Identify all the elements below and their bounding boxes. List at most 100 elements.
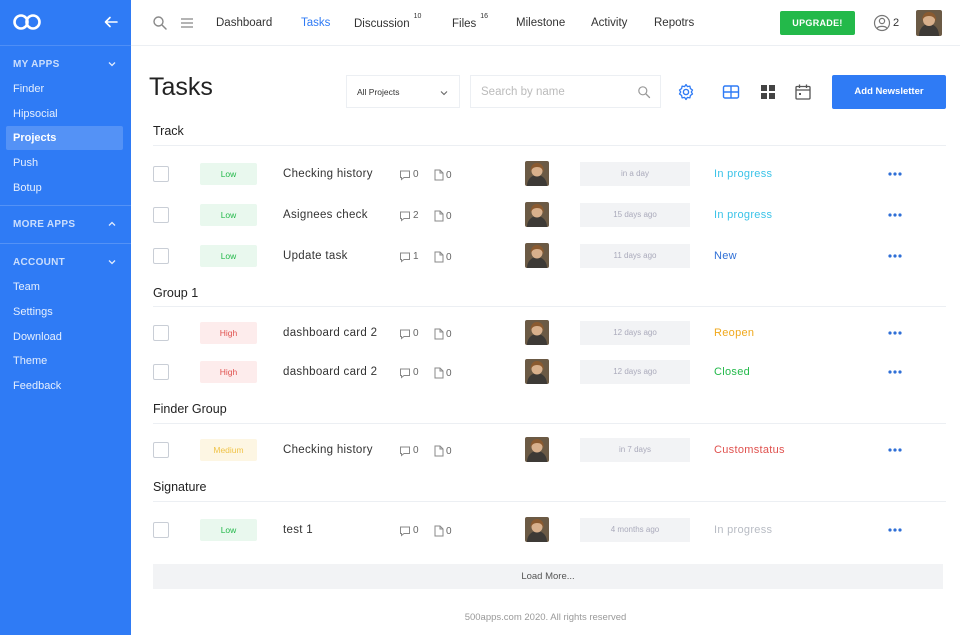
load-more-button[interactable]: Load More... [153,564,943,589]
task-name[interactable]: Update task [283,250,348,262]
section-account[interactable]: ACCOUNT [13,257,65,268]
more-options-icon[interactable] [887,212,903,218]
priority-badge[interactable]: Low [200,519,257,541]
add-newsletter-button[interactable]: Add Newsletter [832,75,946,109]
avatar[interactable] [916,10,942,36]
tab-discussion[interactable]: Discussion10 [354,13,421,30]
task-checkbox[interactable] [153,207,169,223]
section-my-apps[interactable]: MY APPS [13,59,60,70]
user-icon[interactable] [873,14,891,32]
table-row[interactable]: High dashboard card 2 0 0 12 days ago Reopen [153,319,946,347]
avatar[interactable] [525,320,549,345]
tab-milestone[interactable]: Milestone [516,17,565,29]
avatar[interactable] [525,202,549,227]
priority-badge[interactable]: Low [200,245,257,267]
avatar[interactable] [525,517,549,542]
file-icon[interactable] [434,525,444,537]
task-name[interactable]: Asignees check [283,209,368,221]
search-icon[interactable] [637,85,651,99]
tab-files[interactable]: Files16 [452,13,488,30]
sidebar-item-theme[interactable]: Theme [13,353,47,369]
task-checkbox[interactable] [153,442,169,458]
file-icon[interactable] [434,169,444,181]
task-checkbox[interactable] [153,325,169,341]
board-view-icon[interactable] [722,83,740,101]
task-name[interactable]: test 1 [283,524,313,536]
tab-activity[interactable]: Activity [591,17,627,29]
project-select[interactable]: All Projects [346,75,460,108]
priority-badge[interactable]: Low [200,163,257,185]
file-icon[interactable] [434,251,444,263]
avatar[interactable] [525,437,549,462]
table-row[interactable]: Low Asignees check 2 0 15 days ago In progres… [153,201,946,229]
comment-icon[interactable] [399,445,411,457]
priority-badge[interactable]: Low [200,204,257,226]
sidebar-item-hipsocial[interactable]: Hipsocial [13,106,58,122]
menu-icon[interactable] [179,15,195,31]
search-icon[interactable] [152,15,168,31]
avatar[interactable] [525,161,549,186]
more-options-icon[interactable] [887,527,903,533]
upgrade-button[interactable]: UPGRADE! [780,11,855,35]
tab-reports[interactable]: Repotrs [654,17,694,29]
task-name[interactable]: Checking history [283,444,373,456]
task-checkbox[interactable] [153,248,169,264]
comment-icon[interactable] [399,525,411,537]
avatar[interactable] [525,243,549,268]
status-label[interactable]: In progress [714,524,772,536]
collapse-arrow-icon[interactable] [103,14,119,30]
status-label[interactable]: Reopen [714,327,754,339]
file-icon[interactable] [434,445,444,457]
more-options-icon[interactable] [887,253,903,259]
section-more-apps[interactable]: MORE APPS [13,219,75,230]
comment-icon[interactable] [399,367,411,379]
table-row[interactable]: High dashboard card 2 0 0 12 days ago Closed [153,358,946,386]
priority-badge[interactable]: Medium [200,439,257,461]
more-options-icon[interactable] [887,369,903,375]
avatar[interactable] [525,359,549,384]
table-row[interactable]: Low test 1 0 0 4 months ago In progress [153,516,946,544]
calendar-icon[interactable] [794,83,812,101]
file-icon[interactable] [434,328,444,340]
sidebar-item-download[interactable]: Download [13,329,62,345]
table-row[interactable]: Low Update task 1 0 11 days ago New [153,242,946,270]
infinity-logo-icon[interactable] [12,13,42,31]
sidebar-item-team[interactable]: Team [13,279,40,295]
comment-icon[interactable] [399,210,411,222]
sidebar-item-finder[interactable]: Finder [13,81,44,97]
comment-icon[interactable] [399,251,411,263]
task-checkbox[interactable] [153,166,169,182]
sidebar-item-settings[interactable]: Settings [13,304,53,320]
tab-dashboard[interactable]: Dashboard [216,17,272,29]
status-label[interactable]: New [714,250,737,262]
task-name[interactable]: dashboard card 2 [283,327,377,339]
table-row[interactable]: Medium Checking history 0 0 in 7 days Customs… [153,436,946,464]
sidebar-item-projects[interactable]: Projects [6,126,123,150]
chevron-down-icon[interactable] [107,257,117,267]
status-label[interactable]: Closed [714,366,750,378]
file-icon[interactable] [434,210,444,222]
task-checkbox[interactable] [153,364,169,380]
status-label[interactable]: Customstatus [714,444,785,456]
chevron-down-icon[interactable] [107,59,117,69]
grid-view-icon[interactable] [759,83,777,101]
chevron-up-icon[interactable] [107,219,117,229]
more-options-icon[interactable] [887,447,903,453]
more-options-icon[interactable] [887,171,903,177]
task-name[interactable]: dashboard card 2 [283,366,377,378]
sidebar-item-botup[interactable]: Botup [13,180,42,196]
comment-icon[interactable] [399,169,411,181]
gear-icon[interactable] [677,83,695,101]
sidebar-item-push[interactable]: Push [13,155,38,171]
more-options-icon[interactable] [887,330,903,336]
search-input[interactable] [481,84,631,100]
task-name[interactable]: Checking history [283,168,373,180]
task-checkbox[interactable] [153,522,169,538]
file-icon[interactable] [434,367,444,379]
search-box[interactable] [470,75,661,108]
status-label[interactable]: In progress [714,209,772,221]
status-label[interactable]: In progress [714,168,772,180]
tab-tasks[interactable]: Tasks [301,17,330,29]
comment-icon[interactable] [399,328,411,340]
sidebar-item-feedback[interactable]: Feedback [13,378,61,394]
